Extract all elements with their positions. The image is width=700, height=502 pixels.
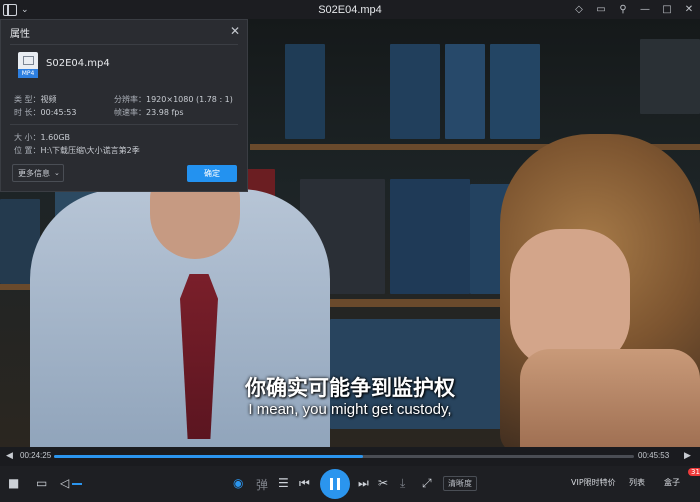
location-value[interactable]: H:\下载压缩\大小谎言第2季 [41,146,140,155]
framerate-value: 23.98 fps [146,108,184,117]
book [490,44,540,139]
divider [10,44,238,45]
duration-row: 时 长：00:45:53 [14,107,76,118]
scissors-icon[interactable]: ✂ [378,476,388,490]
seek-bar-fill [54,455,363,458]
fullscreen-icon[interactable]: ⤢ [422,476,432,491]
subtitle-chinese: 你确实可能争到监护权 [245,376,455,400]
properties-dialog: 属性 ✕ MP4 S02E04.mp4 类 型：视频 分辨率：1920×1080… [0,19,248,192]
maximize-icon[interactable]: □ [656,4,678,15]
folder-icon[interactable]: ▭ [36,476,47,490]
monitor-icon[interactable]: ▭ [590,4,612,15]
video-file-icon: MP4 [18,52,38,78]
next-icon[interactable]: ⏭ [358,476,369,491]
framerate-label: 帧速率： [114,108,146,117]
size-label: 大 小： [14,133,41,142]
volume-slider[interactable] [72,483,82,485]
location-label: 位 置： [14,146,41,155]
forward-icon[interactable]: ▶ [684,451,691,461]
current-time: 00:24:25 [20,451,52,460]
stop-icon[interactable]: ■ [8,476,19,490]
framerate-row: 帧速率：23.98 fps [114,107,184,118]
danmaku-icon[interactable]: 弹 [256,476,268,493]
book [445,44,485,139]
book [390,44,440,139]
size-row: 大 小：1.60GB [14,132,70,143]
download-icon[interactable]: ⤓ [400,476,405,491]
file-name: S02E04.mp4 [46,58,110,69]
book [285,44,325,139]
pause-icon [330,478,340,490]
location-row: 位 置：H:\下载压缩\大小谎言第2季 [14,145,140,156]
rewind-icon[interactable]: ◀ [6,451,13,461]
pin-icon[interactable]: ⚲ [612,4,634,15]
close-icon[interactable]: ✕ [678,4,700,15]
quality-button[interactable]: 清晰度 [443,476,477,491]
book [390,179,470,294]
equalizer-icon[interactable]: ☰ [278,476,289,490]
control-bar: ■ ▭ ◁ ◉ 弹 ☰ ⏮ ⏭ ✂ ⤓ ⤢ 清晰度 VIP限时特价 列表 盒子 … [0,466,700,502]
size-value: 1.60GB [40,133,71,142]
progress-row: ◀ 00:24:25 00:45:53 ▶ [0,447,700,466]
type-label: 类 型： [14,95,41,104]
cube-icon[interactable]: ◇ [568,4,590,15]
person-right-face [510,229,630,369]
title-bar: ⌄ S02E04.mp4 ◇ ▭ ⚲ — □ ✕ [0,0,700,19]
pause-button[interactable] [320,469,350,499]
close-icon[interactable]: ✕ [230,24,240,38]
more-info-button[interactable]: 更多信息 ⌄ [12,164,64,182]
box-button[interactable]: 盒子 [664,477,680,488]
more-info-label: 更多信息 [18,168,50,178]
resolution-row: 分辨率：1920×1080 (1.78 : 1) [114,94,233,105]
vip-promo-link[interactable]: VIP限时特价 [571,477,616,488]
previous-icon[interactable]: ⏮ [299,476,310,491]
duration-label: 时 长： [14,108,41,117]
volume-icon[interactable]: ◁ [60,476,69,490]
dialog-title: 属性 [10,28,30,40]
playlist-button[interactable]: 列表 [629,477,645,488]
box-count-badge: 31 [688,468,700,476]
minimize-icon[interactable]: — [634,4,656,15]
type-value: 视频 [40,95,57,104]
resolution-label: 分辨率： [114,95,146,104]
ok-button[interactable]: 确定 [187,165,237,182]
subtitle-english: I mean, you might get custody, [248,401,452,418]
type-row: 类 型：视频 [14,94,57,105]
divider [10,124,238,125]
total-time: 00:45:53 [638,451,670,460]
window-controls: ◇ ▭ ⚲ — □ ✕ [568,0,700,19]
file-type-badge: MP4 [18,69,38,78]
eye-icon[interactable]: ◉ [233,476,243,490]
seek-bar[interactable] [54,455,634,458]
chevron-down-icon: ⌄ [54,169,60,177]
book [640,39,700,114]
resolution-value: 1920×1080 (1.78 : 1) [146,95,233,104]
duration-value: 00:45:53 [40,108,77,117]
